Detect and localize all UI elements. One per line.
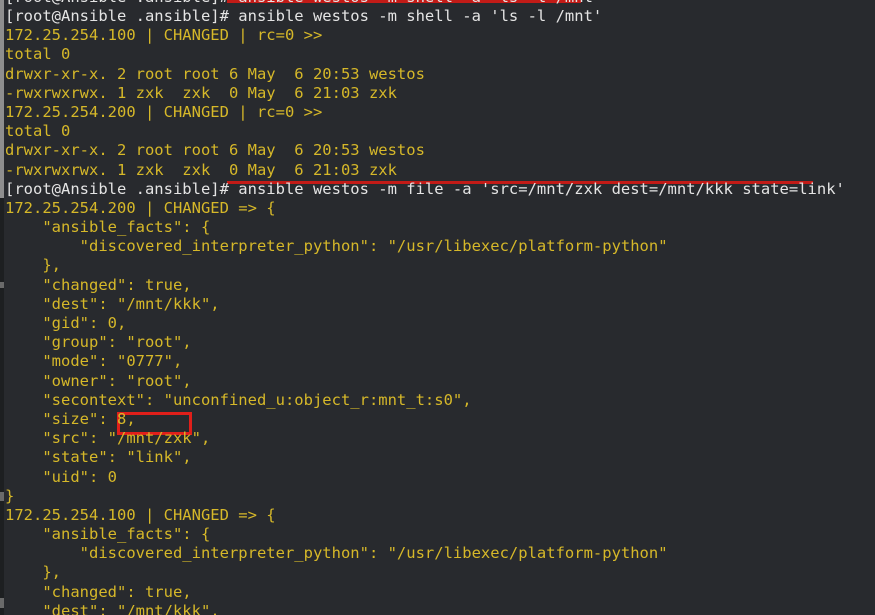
terminal-output-line: "group": "root", [5, 333, 192, 352]
terminal-command-line: [root@Ansible .ansible]# ansible westos … [5, 179, 845, 198]
scrollbar-thumb[interactable] [0, 0, 4, 198]
terminal-output-line: "ansible_facts": { [5, 525, 211, 544]
terminal-output-line: "discovered_interpreter_python": "/usr/l… [5, 237, 668, 256]
terminal-output-line: "discovered_interpreter_python": "/usr/l… [5, 544, 668, 563]
terminal-output-line: "state": "link", [5, 448, 192, 467]
terminal-command-line: [root@Ansible .ansible]# ansible westos … [5, 7, 603, 25]
terminal-screen[interactable]: [root@Ansible .ansible]# ansible westos … [0, 0, 875, 615]
terminal-output-line: "secontext": "unconfined_u:object_r:mnt_… [5, 390, 472, 409]
scrollbar-mark-b [0, 282, 4, 288]
terminal-output-line: "dest": "/mnt/kkk", [5, 294, 220, 313]
terminal-output-line: }, [5, 563, 61, 582]
scrollbar[interactable] [0, 0, 4, 615]
terminal-output-line: "ansible_facts": { [5, 218, 211, 237]
terminal-command-line: [root@Ansible .ansible]# ansible westos … [5, 0, 875, 7]
terminal-output-line: "uid": 0 [5, 467, 117, 486]
terminal-output-line: "gid": 0, [5, 314, 127, 332]
terminal-output-line: "changed": true, [5, 275, 192, 294]
terminal-output-line: "size": 8, [5, 409, 136, 428]
terminal-output-line: 172.25.254.100 | CHANGED | rc=0 >> [5, 26, 323, 45]
scrollbar-mark-c [0, 492, 4, 501]
terminal-output-line: "dest": "/mnt/kkk", [5, 601, 220, 615]
terminal-output-line: "owner": "root", [5, 371, 192, 390]
scrollbar-mark-d [0, 598, 4, 608]
terminal-output-line: 172.25.254.200 | CHANGED | rc=0 >> [5, 102, 323, 121]
terminal-output-line: 172.25.254.200 | CHANGED => { [5, 198, 276, 217]
terminal-output-line: total 0 [5, 122, 71, 141]
terminal-output-line: total 0 [5, 45, 71, 64]
terminal-output-line: "changed": true, [5, 582, 192, 601]
terminal-output-line: } [5, 486, 15, 505]
terminal-output-line: drwxr-xr-x. 2 root root 6 May 6 20:53 we… [5, 141, 425, 160]
terminal-window: [root@Ansible .ansible]# ansible westos … [0, 0, 875, 615]
terminal-output-line: -rwxrwxrwx. 1 zxk zxk 0 May 6 21:03 zxk [5, 160, 397, 179]
terminal-output-line: "mode": "0777", [5, 352, 183, 371]
terminal-output-line: 172.25.254.100 | CHANGED => { [5, 505, 276, 524]
terminal-output-line: -rwxrwxrwx. 1 zxk zxk 0 May 6 21:03 zxk [5, 83, 397, 102]
terminal-output-line: "src": "/mnt/zxk", [5, 429, 211, 448]
terminal-output-line: drwxr-xr-x. 2 root root 6 May 6 20:53 we… [5, 64, 425, 83]
terminal-output-line: }, [5, 256, 61, 275]
